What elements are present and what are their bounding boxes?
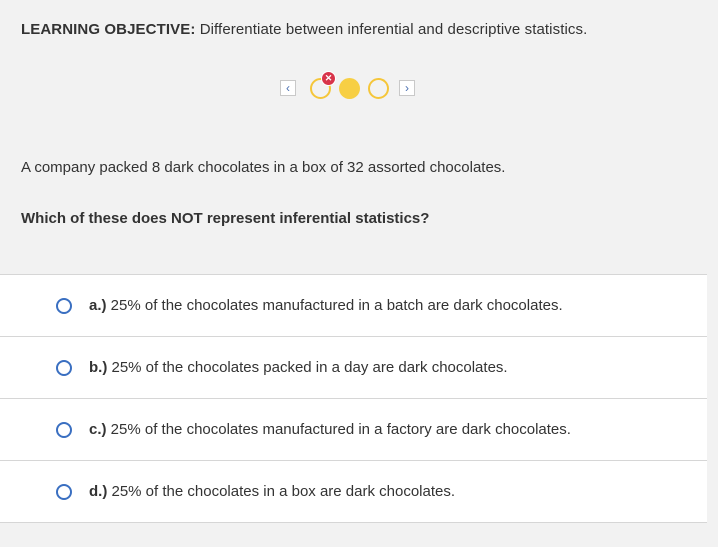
answer-option-d[interactable]: d.) 25% of the chocolates in a box are d… [0,461,707,523]
answer-options: a.) 25% of the chocolates manufactured i… [0,274,707,523]
question-stem: A company packed 8 dark chocolates in a … [21,159,506,176]
chevron-left-icon: ‹ [286,81,290,95]
option-body: 25% of the chocolates manufactured in a … [106,421,571,438]
option-text: d.) 25% of the chocolates in a box are d… [89,483,455,500]
question-page: LEARNING OBJECTIVE: Differentiate betwee… [0,0,707,547]
objective-text: Differentiate between inferential and de… [195,21,588,38]
x-icon: ✕ [321,70,336,86]
chevron-right-icon: › [405,81,409,95]
answer-option-c[interactable]: c.) 25% of the chocolates manufactured i… [0,399,707,461]
option-body: 25% of the chocolates packed in a day ar… [107,359,508,376]
option-body: 25% of the chocolates manufactured in a … [106,297,563,314]
option-body: 25% of the chocolates in a box are dark … [107,483,456,500]
option-text: a.) 25% of the chocolates manufactured i… [89,297,563,314]
option-text: b.) 25% of the chocolates packed in a da… [89,359,508,376]
question-prompt: Which of these does NOT represent infere… [21,210,430,227]
option-letter: d.) [89,483,108,500]
objective-label: LEARNING OBJECTIVE: [21,21,196,38]
answer-option-b[interactable]: b.) 25% of the chocolates packed in a da… [0,337,707,399]
radio-button[interactable] [56,297,72,314]
option-text: c.) 25% of the chocolates manufactured i… [89,421,571,438]
page-footer-background [0,527,707,547]
prev-question-button[interactable]: ‹ [280,80,296,96]
option-letter: a.) [89,297,107,314]
question-navigator: ‹ ✕ › [280,70,415,101]
radio-button[interactable] [56,483,72,500]
next-question-button[interactable]: › [399,80,415,96]
radio-button[interactable] [56,421,72,438]
option-letter: b.) [89,359,108,376]
radio-button[interactable] [56,359,72,376]
answer-option-a[interactable]: a.) 25% of the chocolates manufactured i… [0,275,707,337]
question-dot-2[interactable] [339,77,360,99]
question-dot-3[interactable] [368,77,389,99]
question-dot-1[interactable]: ✕ [310,70,336,99]
option-letter: c.) [89,421,107,438]
learning-objective: LEARNING OBJECTIVE: Differentiate betwee… [21,21,587,38]
